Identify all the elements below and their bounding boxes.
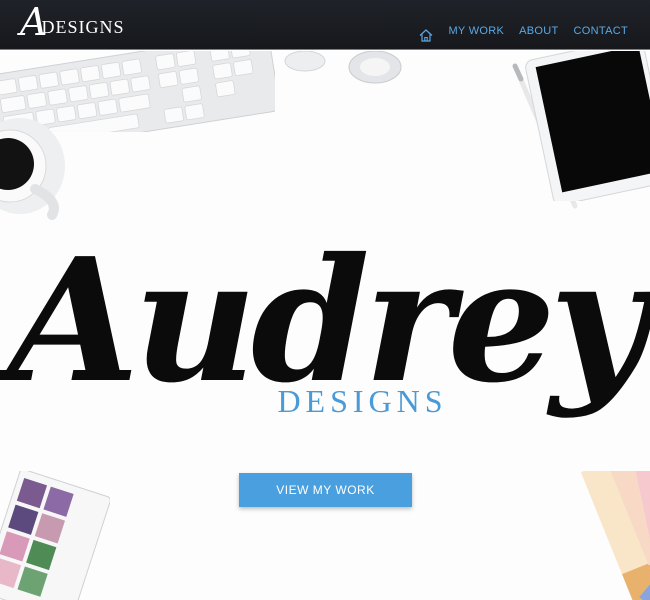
headphones-image: [284, 51, 402, 84]
nav-my-work-link[interactable]: MY WORK: [448, 25, 504, 37]
coffee-mug-image: [0, 118, 65, 220]
nav-home-link[interactable]: [419, 17, 433, 45]
tablet-image: [525, 51, 650, 201]
home-icon: [420, 29, 433, 42]
nav-about-link[interactable]: ABOUT: [519, 25, 558, 37]
hero-subtitle: DESIGNS: [277, 383, 448, 419]
color-swatches-image: [580, 471, 650, 600]
top-navbar: A DESIGNS MY WORK ABOUT CONTACT: [0, 0, 650, 50]
paint-palette-image: [0, 471, 110, 600]
site-logo[interactable]: A DESIGNS: [20, 0, 150, 44]
nav-menu: MY WORK ABOUT CONTACT: [404, 0, 628, 50]
logo-monogram: A: [20, 0, 48, 44]
view-my-work-button[interactable]: VIEW MY WORK: [239, 473, 412, 507]
logo-wordmark: DESIGNS: [41, 16, 125, 37]
hero-section: Audrey DESIGNS VIEW MY WORK: [0, 51, 650, 600]
nav-contact-link[interactable]: CONTACT: [574, 25, 628, 37]
